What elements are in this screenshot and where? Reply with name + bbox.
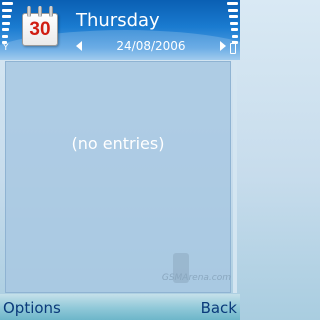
current-date: 24/08/2006 <box>116 39 186 53</box>
antenna-icon: Y <box>3 43 9 53</box>
softkey-bar: Options Back <box>0 294 240 320</box>
calendar-icon: 30 <box>22 6 58 46</box>
options-softkey[interactable]: Options <box>3 299 61 317</box>
weekday-title: Thursday <box>76 10 160 31</box>
previous-day-arrow-icon[interactable] <box>76 41 82 51</box>
date-navigator: 24/08/2006 <box>76 39 226 54</box>
scrollbar[interactable] <box>233 61 237 293</box>
battery-level-indicator <box>226 2 238 44</box>
watermark-logo: GSMArena.com <box>143 253 231 291</box>
calendar-day-number: 30 <box>29 19 51 40</box>
next-day-arrow-icon[interactable] <box>220 41 226 51</box>
watermark-text: GSMArena.com <box>161 273 231 283</box>
battery-icon <box>230 41 236 54</box>
back-softkey[interactable]: Back <box>201 299 237 317</box>
status-header: Y 30 Thursday 24/08/2006 <box>0 0 240 60</box>
no-entries-message: (no entries) <box>71 134 165 153</box>
signal-strength-indicator <box>2 2 14 44</box>
